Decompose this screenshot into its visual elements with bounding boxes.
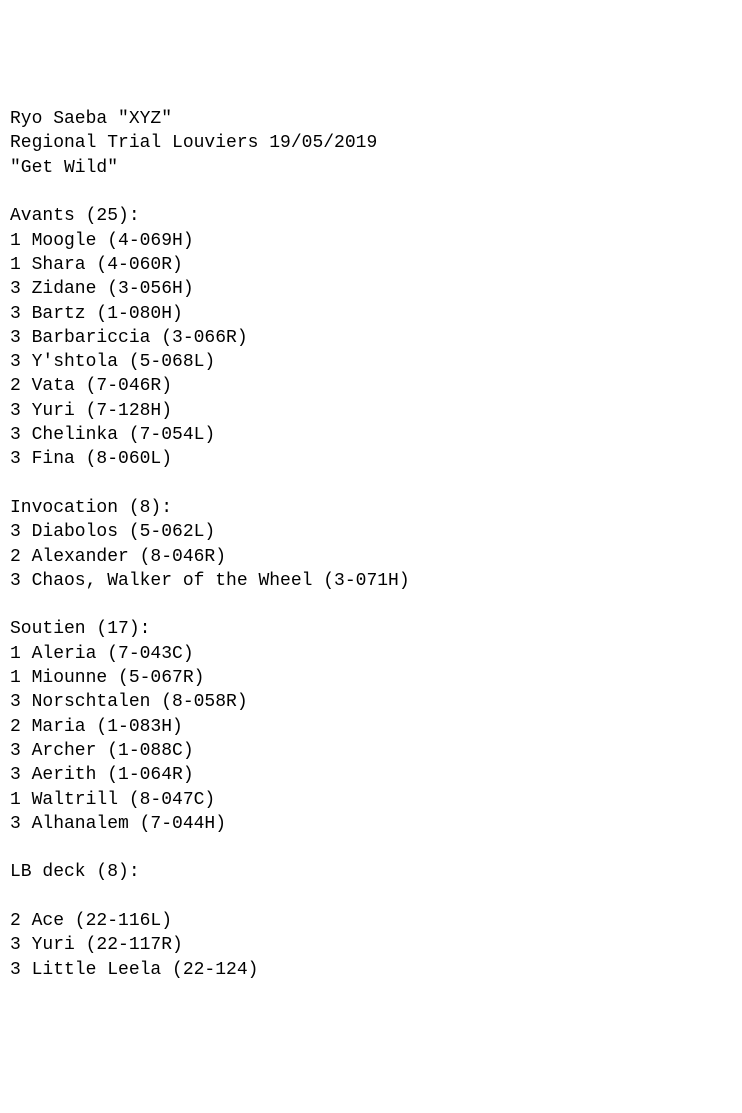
blank-line — [10, 472, 732, 496]
card-line: 3 Chaos, Walker of the Wheel (3-071H) — [10, 569, 732, 593]
player-line: Ryo Saeba "XYZ" — [10, 107, 732, 131]
card-line: 3 Aerith (1-064R) — [10, 763, 732, 787]
section-title: Soutien (17): — [10, 617, 732, 641]
section-title: Invocation (8): — [10, 496, 732, 520]
section-title: Avants (25): — [10, 204, 732, 228]
card-line: 1 Miounne (5-067R) — [10, 666, 732, 690]
card-line: 3 Zidane (3-056H) — [10, 277, 732, 301]
card-line: 1 Waltrill (8-047C) — [10, 788, 732, 812]
blank-line — [10, 180, 732, 204]
card-line: 1 Shara (4-060R) — [10, 253, 732, 277]
event-line: Regional Trial Louviers 19/05/2019 — [10, 131, 732, 155]
card-line: 3 Barbariccia (3-066R) — [10, 326, 732, 350]
card-line: 1 Moogle (4-069H) — [10, 229, 732, 253]
card-line: 3 Chelinka (7-054L) — [10, 423, 732, 447]
blank-line — [10, 593, 732, 617]
blank-line — [10, 885, 732, 909]
blank-line — [10, 836, 732, 860]
card-line: 3 Y'shtola (5-068L) — [10, 350, 732, 374]
deckname-line: "Get Wild" — [10, 156, 732, 180]
card-line: 3 Yuri (7-128H) — [10, 399, 732, 423]
section-title: LB deck (8): — [10, 860, 732, 884]
sections-container: Avants (25):1 Moogle (4-069H)1 Shara (4-… — [10, 204, 732, 982]
card-line: 3 Yuri (22-117R) — [10, 933, 732, 957]
card-line: 3 Alhanalem (7-044H) — [10, 812, 732, 836]
card-line: 3 Norschtalen (8-058R) — [10, 690, 732, 714]
card-line: 2 Maria (1-083H) — [10, 715, 732, 739]
card-line: 3 Diabolos (5-062L) — [10, 520, 732, 544]
card-line: 2 Vata (7-046R) — [10, 374, 732, 398]
card-line: 3 Bartz (1-080H) — [10, 302, 732, 326]
card-line: 3 Archer (1-088C) — [10, 739, 732, 763]
card-line: 3 Little Leela (22-124) — [10, 958, 732, 982]
card-line: 2 Alexander (8-046R) — [10, 545, 732, 569]
card-line: 1 Aleria (7-043C) — [10, 642, 732, 666]
card-line: 2 Ace (22-116L) — [10, 909, 732, 933]
card-line: 3 Fina (8-060L) — [10, 447, 732, 471]
